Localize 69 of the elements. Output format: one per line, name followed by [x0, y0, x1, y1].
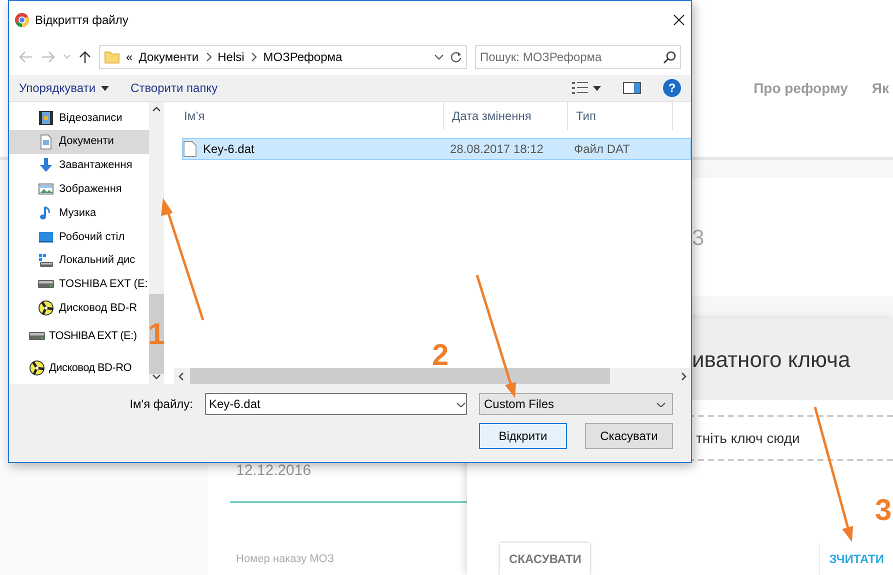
help-button[interactable]: ?	[663, 79, 681, 97]
search-icon	[663, 50, 676, 64]
dropdown-icon[interactable]	[456, 401, 466, 407]
picture-icon	[38, 181, 54, 198]
file-icon	[183, 141, 197, 157]
scroll-up-icon[interactable]	[152, 106, 161, 112]
scrollbar[interactable]	[149, 102, 164, 384]
folder-icon	[104, 49, 120, 65]
nav-item[interactable]: Відеозаписи	[9, 106, 149, 130]
path-segment[interactable]: Документи	[138, 48, 199, 66]
nav-item[interactable]: Дисковод BD-RO	[9, 352, 149, 384]
column-header[interactable]: Дата змінення	[444, 102, 568, 130]
path-segment[interactable]: Helsi	[218, 48, 244, 66]
chevron-icon	[204, 52, 212, 62]
step-number: 2	[432, 341, 449, 371]
address-bar[interactable]: « Документи Helsi МОЗРеформа	[99, 45, 467, 69]
film-icon	[38, 110, 54, 126]
nav-item[interactable]: TOSHIBA EXT (E:	[9, 272, 149, 296]
field-label: Номер наказу МОЗ	[236, 552, 335, 566]
column-header[interactable]: Тип	[568, 102, 673, 130]
download-icon	[38, 157, 54, 174]
nav-item[interactable]: TOSHIBA EXT (E:)	[9, 320, 149, 352]
nav-item[interactable]: Зображення	[9, 177, 149, 202]
disc-icon	[38, 300, 54, 316]
file-name: Key-6.dat	[202, 141, 256, 158]
column-header[interactable]: Ім’я	[176, 102, 444, 130]
file-type-dropdown[interactable]: Custom Files	[479, 393, 673, 415]
view-button[interactable]	[572, 82, 601, 94]
refresh-icon[interactable]	[450, 51, 462, 63]
scroll-right-icon[interactable]	[681, 372, 687, 380]
step-number: 3	[875, 496, 892, 526]
nav-item[interactable]: Робочий стіл	[9, 224, 149, 249]
nav-item[interactable]: Локальний дис	[9, 248, 149, 272]
file-name-label: Ім'я файлу:	[130, 396, 193, 413]
drive-icon	[38, 252, 54, 269]
caret-icon	[100, 86, 109, 90]
nav-item[interactable]: Завантаження	[9, 154, 149, 178]
card-heading: 3	[692, 224, 704, 252]
up-icon[interactable]	[79, 50, 91, 64]
scroll-left-icon[interactable]	[178, 372, 184, 380]
file-date: 28.08.2017 18:12	[449, 141, 544, 158]
nav-item[interactable]: Документи	[9, 130, 149, 154]
chevron-icon	[250, 52, 258, 62]
scrollbar[interactable]	[174, 368, 691, 384]
date-text: 12.12.2016	[236, 461, 312, 481]
file-row[interactable]: Key-6.dat 28.08.2017 18:12 Файл DAT	[182, 138, 691, 160]
cancel-button[interactable]: СКАСУВАТИ	[500, 543, 590, 575]
search-box[interactable]: Пошук: МОЗРеформа	[475, 45, 681, 69]
caret-icon	[593, 86, 601, 90]
step-number: 1	[148, 320, 165, 350]
preview-pane-icon[interactable]	[623, 82, 641, 94]
close-icon[interactable]	[673, 14, 685, 26]
file-type: Файл DAT	[573, 141, 630, 158]
dropdown-icon	[656, 401, 666, 407]
nav-item[interactable]: Музика	[9, 201, 149, 225]
overflow-text: «	[126, 49, 133, 66]
path-segment[interactable]: МОЗРеформа	[263, 48, 342, 66]
organize-button[interactable]: Упорядкувати	[19, 79, 109, 97]
open-button[interactable]: Відкрити	[479, 423, 567, 449]
disc-icon	[29, 360, 45, 376]
new-folder-button[interactable]: Створити папку	[130, 79, 218, 97]
browser-icon	[15, 13, 29, 27]
cancel-button[interactable]: Скасувати	[585, 423, 673, 449]
list-view-icon	[572, 82, 588, 94]
scroll-down-icon[interactable]	[152, 374, 161, 380]
dropdown-icon[interactable]	[434, 53, 444, 61]
window-title: Відкриття файлу	[35, 12, 130, 29]
document-icon	[38, 134, 54, 150]
nav-item[interactable]: Дисковод BD-R	[9, 296, 149, 320]
